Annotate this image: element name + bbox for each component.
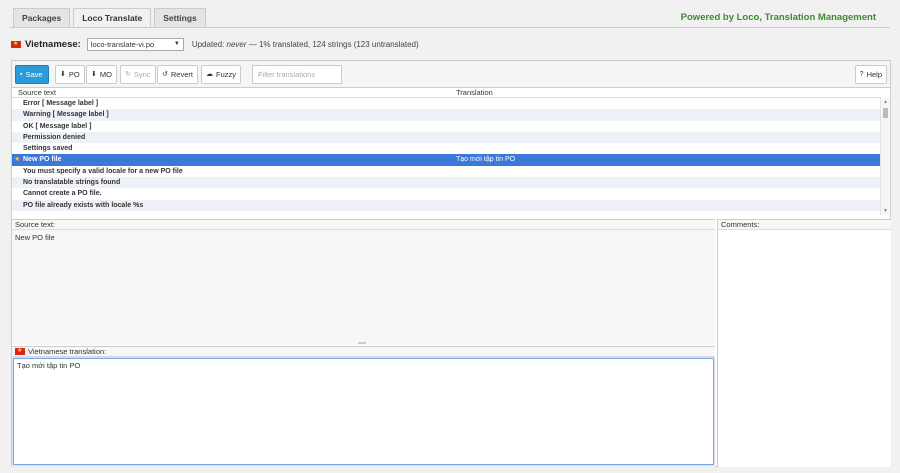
row-source-text: Permission denied: [23, 133, 86, 141]
sync-button[interactable]: ↻ Sync: [120, 65, 156, 84]
table-row[interactable]: Warning [ Message label ]: [12, 109, 881, 121]
row-source-text: No translatable strings found: [23, 179, 121, 187]
tab-divider: [10, 27, 890, 28]
table-row[interactable]: Permission denied: [12, 131, 881, 144]
revert-button[interactable]: ↺ Revert: [157, 65, 198, 84]
tab-loco-translate[interactable]: Loco Translate: [73, 8, 152, 28]
table-row[interactable]: Settings saved: [12, 143, 881, 155]
row-source-text: Cannot create a PO file.: [23, 190, 102, 198]
help-button[interactable]: ? Help: [854, 65, 887, 84]
download-icon: ⬇: [91, 71, 97, 78]
table-row[interactable]: OK [ Message label ]: [12, 120, 881, 132]
row-source-text: Settings saved: [23, 145, 73, 153]
download-mo-button[interactable]: ⬇ MO: [86, 65, 117, 84]
save-button[interactable]: ▪ Save: [15, 65, 49, 84]
row-source-text: Error [ Message label ]: [23, 100, 99, 107]
cloud-icon: ☁: [206, 71, 213, 78]
row-source-text: PO file already exists with locale %s: [23, 201, 144, 209]
undo-icon: ↺: [162, 71, 168, 78]
floppy-icon: ▪: [20, 71, 23, 78]
scroll-thumb[interactable]: [883, 108, 888, 118]
download-po-button[interactable]: ⬇ PO: [55, 65, 85, 84]
table-row[interactable]: ★ New PO file Tạo mới tập tin PO: [12, 154, 881, 166]
star-icon: ★: [14, 156, 21, 164]
powered-by-link[interactable]: Powered by Loco, Translation Management: [681, 12, 876, 23]
translation-label: Vietnamese translation:: [28, 346, 107, 356]
grid-header: Source text Translation: [12, 88, 881, 98]
download-icon: ⬇: [60, 71, 66, 78]
chevron-down-icon: ▼: [173, 40, 180, 47]
table-row[interactable]: Error [ Message label ]: [12, 98, 881, 110]
fuzzy-button[interactable]: ☁ Fuzzy: [201, 65, 242, 84]
translation-pane: Vietnamese translation: Tạo mới tập tin …: [12, 345, 715, 467]
comments-pane: Comments:: [717, 219, 891, 467]
row-source-text: You must specify a valid locale for a ne…: [23, 167, 183, 175]
row-source-text: New PO file: [23, 156, 62, 164]
scroll-up-icon[interactable]: ▲: [883, 99, 888, 105]
vietnam-flag-icon: [11, 38, 21, 50]
status-text: Updated: never — 1% translated, 124 stri…: [191, 39, 419, 49]
vietnam-flag-icon: [15, 345, 25, 357]
po-file-select-value: loco-translate-vi.po: [90, 39, 155, 49]
source-text-label: Source text:: [12, 220, 715, 230]
po-file-select[interactable]: loco-translate-vi.po ▼: [86, 37, 184, 51]
col-header-translation[interactable]: Translation: [456, 88, 493, 98]
table-row[interactable]: You must specify a valid locale for a ne…: [12, 165, 881, 178]
source-text-pane: Source text: New PO file: [12, 219, 715, 345]
tab-packages[interactable]: Packages: [13, 8, 71, 27]
nav-tabs: Packages Loco Translate Settings: [13, 8, 206, 28]
row-translation-text: Tạo mới tập tin PO: [456, 156, 516, 164]
source-text-value: New PO file: [15, 233, 55, 242]
filter-translations-input[interactable]: Filter translations: [252, 65, 342, 84]
scroll-down-icon[interactable]: ▼: [883, 208, 888, 214]
strings-grid: Error [ Message label ] Warning [ Message…: [12, 98, 881, 215]
grid-scrollbar[interactable]: ▲ ▼: [880, 98, 890, 215]
refresh-icon: ↻: [125, 71, 131, 78]
help-icon: ?: [859, 71, 864, 78]
row-source-text: Warning [ Message label ]: [23, 111, 109, 119]
table-row[interactable]: No translatable strings found: [12, 177, 881, 189]
locale-name: Vietnamese:: [25, 38, 81, 50]
comments-label: Comments:: [718, 220, 891, 230]
translation-editor: ▪ Save ⬇ PO ⬇ MO ↻ Sync ↺ Revert ☁ Fuzzy Filte…: [11, 60, 891, 467]
resize-handle[interactable]: [358, 342, 366, 344]
translation-textarea[interactable]: Tạo mới tập tin PO: [13, 358, 714, 465]
col-header-source[interactable]: Source text: [18, 88, 56, 98]
table-row[interactable]: PO file already exists with locale %s: [12, 199, 881, 211]
toolbar: ▪ Save ⬇ PO ⬇ MO ↻ Sync ↺ Revert ☁ Fuzzy Filte…: [12, 61, 890, 88]
translation-label-row: Vietnamese translation:: [12, 345, 715, 357]
table-row[interactable]: Cannot create a PO file.: [12, 188, 881, 200]
locale-header: Vietnamese: loco-translate-vi.po ▼ Updat…: [11, 37, 419, 51]
tab-settings[interactable]: Settings: [154, 8, 206, 27]
row-source-text: OK [ Message label ]: [23, 122, 92, 130]
